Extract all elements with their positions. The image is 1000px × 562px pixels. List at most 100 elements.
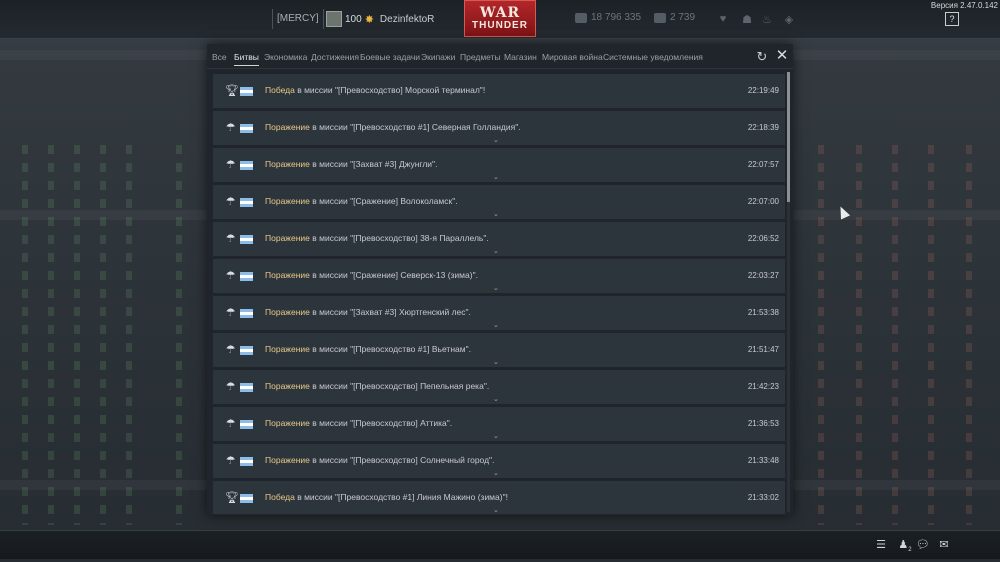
- chevron-down-icon[interactable]: ⌄: [493, 359, 499, 366]
- list-item[interactable]: ☂ Поражение в миссии "[Превосходство] Со…: [213, 444, 785, 478]
- chevron-down-icon[interactable]: ⌄: [493, 248, 499, 255]
- entry-text: в миссии "[Превосходство] 38-я Параллель…: [309, 233, 489, 243]
- list-item[interactable]: ☂ Поражение в миссии "[Превосходство #1]…: [213, 111, 785, 145]
- flag-icon: [240, 346, 253, 355]
- version-label: Версия 2.47.0.142: [930, 1, 998, 10]
- soldier-icon[interactable]: ☗: [740, 12, 754, 26]
- bottom-bar: ☰ ♟2 💬︎ ✉: [0, 530, 1000, 559]
- entry-text: в миссии "[Превосходство #1] Линия Мажин…: [294, 492, 508, 502]
- entry-text: в миссии "[Захват #3] Джунгли".: [309, 159, 438, 169]
- entry-time: 21:51:47: [747, 345, 779, 354]
- entry-message: Поражение в миссии "[Сражение] Северск-1…: [265, 270, 478, 280]
- chevron-down-icon[interactable]: ⌄: [493, 174, 499, 181]
- close-icon[interactable]: ✕: [775, 48, 789, 63]
- chevron-down-icon[interactable]: ⌄: [493, 322, 499, 329]
- list-item[interactable]: 🏆︎ Победа в миссии "[Превосходство] Морс…: [213, 74, 785, 108]
- background-column: [48, 145, 54, 525]
- premium-icon[interactable]: ♥: [716, 12, 730, 26]
- entry-time: 22:19:49: [747, 86, 779, 95]
- logo-text-top: WAR: [479, 5, 521, 21]
- help-button[interactable]: ?: [945, 12, 959, 26]
- player-nickname: DezinfektoR: [379, 13, 435, 25]
- chat-icon[interactable]: 💬︎: [916, 538, 930, 552]
- entry-message: Поражение в миссии "[Превосходство] Атти…: [265, 418, 452, 428]
- entry-message: Победа в миссии "[Превосходство] Морской…: [265, 85, 485, 95]
- tab-achievements[interactable]: Достижения: [311, 52, 359, 62]
- parachute-icon: ☂: [225, 418, 236, 430]
- parachute-icon: ☂: [225, 159, 236, 171]
- war-thunder-logo[interactable]: WAR THUNDER: [464, 0, 536, 37]
- parachute-icon: ☂: [225, 270, 236, 282]
- background-column: [100, 145, 106, 525]
- flag-icon: [240, 457, 253, 466]
- tab-world-war[interactable]: Мировая война: [542, 52, 603, 62]
- tab-shop[interactable]: Магазин: [504, 52, 537, 62]
- entry-text: в миссии "[Превосходство #1] Северная Го…: [309, 122, 521, 132]
- log-tabs: Все Битвы Экономика Достижения Боевые за…: [207, 44, 793, 69]
- chevron-down-icon[interactable]: ⌄: [493, 211, 499, 218]
- chevron-down-icon[interactable]: ⌄: [493, 396, 499, 403]
- fire-icon[interactable]: ♨: [760, 12, 774, 26]
- entry-time: 21:53:38: [747, 308, 779, 317]
- entry-result: Победа: [265, 492, 295, 502]
- golden-eagles-balance[interactable]: 2 739: [654, 12, 695, 23]
- coupon-icon[interactable]: ◈: [782, 12, 796, 26]
- list-item[interactable]: ☂ Поражение в миссии "[Превосходство] Ат…: [213, 407, 785, 441]
- flag-icon: [240, 124, 253, 133]
- list-item[interactable]: ☂ Поражение в миссии "[Превосходство] 38…: [213, 222, 785, 256]
- tab-crews[interactable]: Экипажи: [421, 52, 455, 62]
- chevron-down-icon[interactable]: ⌄: [493, 507, 499, 514]
- entry-message: Поражение в миссии "[Сражение] Волоколам…: [265, 196, 458, 206]
- entry-result: Поражение: [265, 381, 310, 391]
- list-item[interactable]: ☂ Поражение в миссии "[Превосходство #1]…: [213, 333, 785, 367]
- scrollbar[interactable]: [787, 72, 790, 512]
- entry-time: 21:33:02: [747, 493, 779, 502]
- top-bar: [MERCY] 100 ✸ DezinfektoR WAR THUNDER 18…: [0, 0, 1000, 39]
- list-item[interactable]: ☂ Поражение в миссии "[Сражение] Волокол…: [213, 185, 785, 219]
- squad-count: 2: [908, 547, 912, 554]
- mail-icon[interactable]: ✉: [937, 538, 951, 552]
- squad-icon[interactable]: ♟2: [896, 538, 914, 554]
- background-column: [74, 145, 80, 525]
- chevron-down-icon[interactable]: ⌄: [493, 433, 499, 440]
- entry-text: в миссии "[Захват #3] Хюртгенский лес".: [309, 307, 471, 317]
- player-profile[interactable]: 100 ✸ DezinfektoR: [326, 9, 434, 29]
- refresh-icon[interactable]: ↻: [755, 50, 769, 64]
- flag-icon: [240, 235, 253, 244]
- entry-time: 22:03:27: [747, 271, 779, 280]
- entry-message: Поражение в миссии "[Превосходство #1] В…: [265, 344, 471, 354]
- tab-system-notifications[interactable]: Системные уведомления: [603, 52, 703, 62]
- player-level: 100: [345, 13, 362, 25]
- entry-result: Поражение: [265, 196, 310, 206]
- list-icon[interactable]: ☰: [874, 538, 888, 552]
- entry-text: в миссии "[Сражение] Волоколамск".: [309, 196, 458, 206]
- tab-items[interactable]: Предметы: [460, 52, 501, 62]
- entry-message: Поражение в миссии "[Превосходство] Солн…: [265, 455, 494, 465]
- entry-message: Поражение в миссии "[Превосходство] Пепе…: [265, 381, 489, 391]
- tab-battle-tasks[interactable]: Боевые задачи: [360, 52, 420, 62]
- squad-tag[interactable]: [MERCY]: [272, 9, 324, 29]
- golden-eagles-icon: [654, 12, 666, 23]
- tab-economy[interactable]: Экономика: [264, 52, 307, 62]
- entry-result: Поражение: [265, 307, 310, 317]
- avatar: [326, 11, 342, 27]
- flag-icon: [240, 383, 253, 392]
- battle-log-window: Все Битвы Экономика Достижения Боевые за…: [207, 44, 793, 515]
- chevron-down-icon[interactable]: ⌄: [493, 470, 499, 477]
- list-item[interactable]: ☂ Поражение в миссии "[Захват #3] Хюртге…: [213, 296, 785, 330]
- silver-lions-balance[interactable]: 18 796 335: [575, 12, 641, 23]
- list-item[interactable]: ☂ Поражение в миссии "[Превосходство] Пе…: [213, 370, 785, 404]
- entry-result: Поражение: [265, 122, 310, 132]
- background-column: [22, 145, 28, 525]
- tab-battles[interactable]: Битвы: [234, 52, 259, 66]
- tab-all[interactable]: Все: [212, 52, 227, 62]
- chevron-down-icon[interactable]: ⌄: [493, 285, 499, 292]
- background-column: [856, 145, 862, 525]
- battle-log-list[interactable]: 🏆︎ Победа в миссии "[Превосходство] Морс…: [213, 74, 785, 514]
- scrollbar-thumb[interactable]: [787, 72, 790, 202]
- list-item[interactable]: ☂ Поражение в миссии "[Захват #3] Джунгл…: [213, 148, 785, 182]
- flag-icon: [240, 87, 253, 96]
- list-item[interactable]: ☂ Поражение в миссии "[Сражение] Северск…: [213, 259, 785, 293]
- chevron-down-icon[interactable]: ⌄: [493, 137, 499, 144]
- list-item[interactable]: 🏆︎ Победа в миссии "[Превосходство #1] Л…: [213, 481, 785, 514]
